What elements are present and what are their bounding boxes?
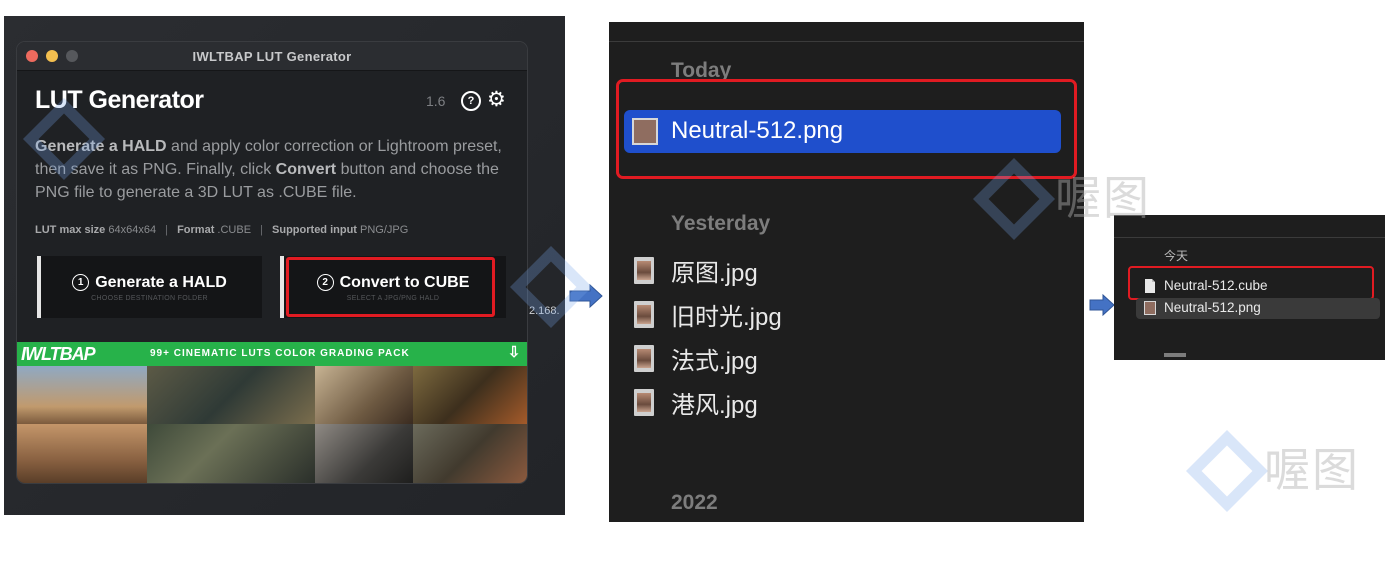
file-name: 旧时光.jpg (671, 304, 782, 331)
group-today: 今天 (1164, 249, 1189, 263)
step-1-icon: 1 (72, 274, 90, 291)
divider (609, 41, 1084, 42)
highlight-convert-button (286, 257, 495, 317)
help-icon[interactable]: ? (461, 91, 481, 111)
film-still (413, 424, 527, 483)
film-still (315, 424, 413, 483)
download-icon[interactable]: ⇩ (505, 343, 523, 363)
png-file-icon (1144, 301, 1156, 315)
arrow-right-icon (1089, 293, 1115, 317)
spec-format-label: Format (177, 224, 215, 236)
divider (1114, 237, 1385, 238)
group-2022: 2022 (671, 491, 718, 514)
lut-generator-window: IWLTBAP LUT Generator LUT Generator 1.6 … (17, 42, 527, 483)
spec-input-value: PNG/JPG (360, 224, 409, 236)
file-name: 港风.jpg (671, 392, 758, 419)
arrow-right-icon (569, 283, 603, 309)
highlight-cube-file (1128, 266, 1374, 300)
ip-address-fragment: 2.168. (529, 305, 560, 317)
film-still (17, 366, 147, 424)
iwltbap-logo: IWLTBAP (21, 344, 96, 364)
file-name: 原图.jpg (671, 260, 758, 287)
spec-separator: | (260, 224, 263, 236)
generate-hald-sublabel: CHOOSE DESTINATION FOLDER (91, 295, 208, 302)
desc-bold-convert: Convert (275, 161, 337, 178)
group-yesterday: Yesterday (671, 212, 771, 235)
file-name: 法式.jpg (671, 348, 758, 375)
app-description: Generate a HALD and apply color correcti… (35, 135, 515, 204)
image-file-icon (634, 345, 654, 372)
spec-format-value: .CUBE (217, 224, 252, 236)
promo-text: 99+ CINEMATIC LUTS COLOR GRADING PACK (150, 348, 410, 359)
finder-file-list-small: 今天 Neutral-512.cube Neutral-512.png (1114, 215, 1385, 360)
promo-film-collage[interactable] (17, 366, 527, 483)
finder-file-list-large: Today Neutral-512.png Yesterday 原图.jpg 旧… (609, 22, 1084, 522)
spec-size-label: LUT max size (35, 224, 106, 236)
window-title: IWLTBAP LUT Generator (192, 49, 352, 64)
highlight-selected-file (616, 79, 1077, 179)
film-still (315, 366, 413, 424)
spec-input-label: Supported input (272, 224, 357, 236)
watermark-logo-icon (1185, 429, 1269, 513)
film-still (17, 424, 147, 483)
cutoff-text (1164, 353, 1186, 357)
image-file-icon (634, 257, 654, 284)
film-still (147, 424, 315, 483)
spec-size-value: 64x64x64 (108, 224, 157, 236)
promo-banner[interactable]: IWLTBAP 99+ CINEMATIC LUTS COLOR GRADING… (17, 342, 527, 366)
film-still (413, 366, 527, 424)
desc-bold-generate: Generate a HALD (35, 138, 167, 155)
watermark-text: 喔图 (1264, 444, 1360, 496)
file-name: Neutral-512.png (1164, 300, 1261, 315)
gear-icon[interactable]: ⚙ (487, 89, 506, 110)
version-label: 1.6 (426, 93, 446, 109)
lut-specs: LUT max size 64x64x64 | Format .CUBE | S… (35, 224, 408, 236)
image-file-icon (634, 389, 654, 416)
window-titlebar: IWLTBAP LUT Generator (17, 42, 527, 71)
film-still (147, 366, 315, 424)
lut-generator-screenshot: IWLTBAP LUT Generator LUT Generator 1.6 … (4, 16, 565, 515)
app-title: LUT Generator (35, 86, 204, 114)
spec-separator: | (165, 224, 169, 236)
image-file-icon (634, 301, 654, 328)
generate-hald-label: Generate a HALD (95, 274, 227, 291)
generate-hald-button[interactable]: 1 Generate a HALD CHOOSE DESTINATION FOLD… (37, 256, 262, 318)
